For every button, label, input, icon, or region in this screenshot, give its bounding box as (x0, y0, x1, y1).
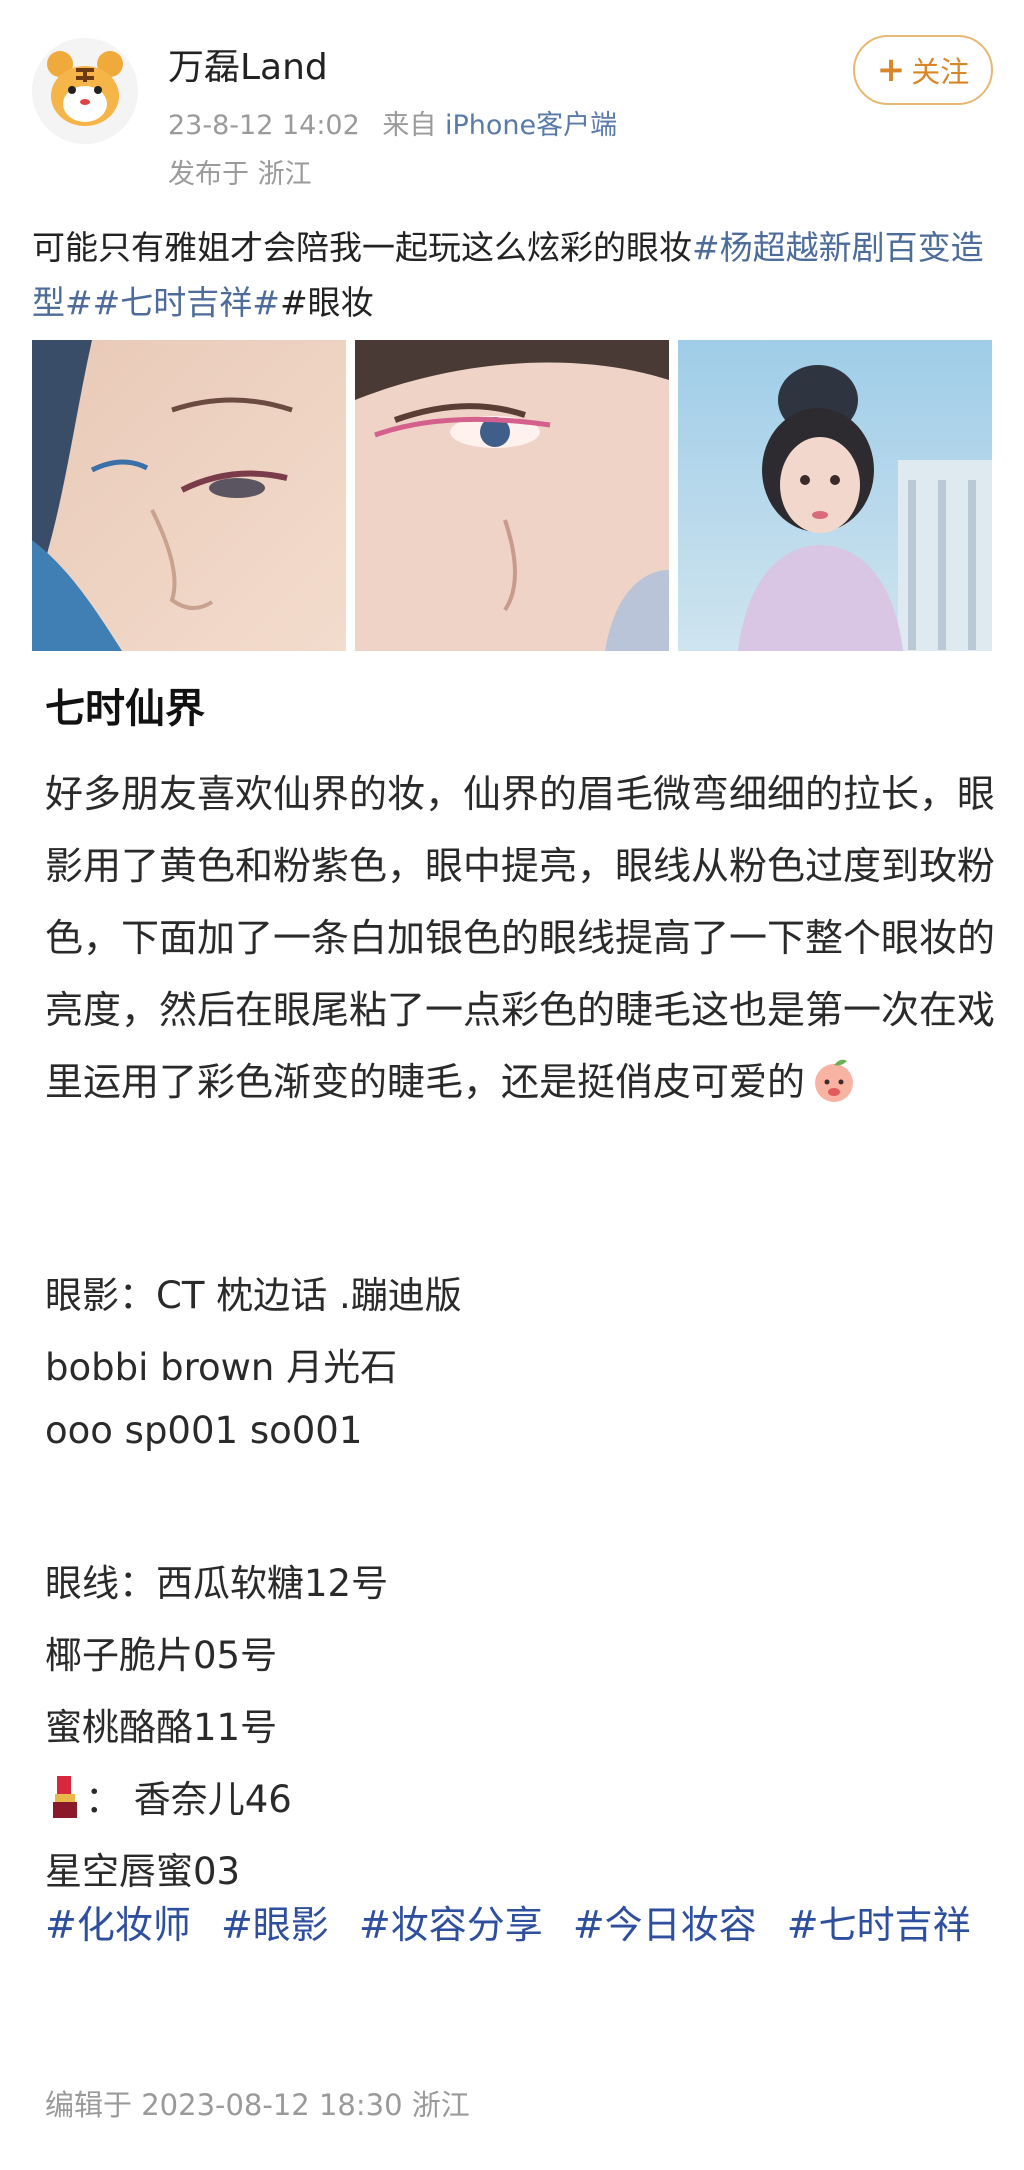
section-title: 七时仙界 (45, 686, 205, 732)
topic-link[interactable]: #七时吉祥# (93, 283, 280, 322)
hashtag-link[interactable]: #七时吉祥 (787, 1903, 971, 1947)
post-intro: 可能只有雅姐才会陪我一起玩这么炫彩的眼妆 (32, 228, 692, 267)
avatar[interactable] (32, 38, 138, 144)
username[interactable]: 万磊Land (168, 38, 328, 90)
section-paragraph: 好多朋友喜欢仙界的妆，仙界的眉毛微弯细细的拉长，眼影用了黄色和粉紫色，眼中提亮，… (45, 758, 995, 1118)
hashtag-list: #化妆师 #眼影 #妆容分享 #今日妆容 #七时吉祥 (45, 1889, 995, 1961)
via-prefix: 来自 (382, 110, 437, 141)
lip-gloss-line: 星空唇蜜03 (45, 1850, 241, 1893)
post-image-2[interactable] (355, 340, 669, 651)
eyeshadow-line: 眼影：CT 枕边话 .蹦迪版 (45, 1265, 462, 1319)
photo-costume-portrait (678, 340, 992, 651)
tiger-avatar-icon (32, 38, 138, 144)
post-text: 可能只有雅姐才会陪我一起玩这么炫彩的眼妆#杨超越新剧百变造型##七时吉祥##眼妆 (32, 220, 992, 330)
eyeshadow-item: ooo sp001 so001 (45, 1409, 363, 1452)
edited-timestamp: 编辑于 2023-08-12 18:30 浙江 (45, 2088, 470, 2122)
eyeshadow-item: CT 枕边话 .蹦迪版 (156, 1274, 462, 1317)
peach-face-icon (815, 1059, 854, 1102)
post-image-1[interactable] (32, 340, 346, 651)
timestamp: 23-8-12 14:02 (168, 110, 360, 141)
eyeliner-item: 蜜桃酪酪11号 (45, 1706, 278, 1749)
post-image-3[interactable] (678, 340, 992, 651)
post-meta: 23-8-12 14:02 来自 iPhone客户端 (168, 103, 617, 142)
topic-text: #眼妆 (279, 283, 374, 322)
eyeshadow-item: bobbi brown 月光石 (45, 1346, 398, 1389)
eyeliner-label: 眼线： (45, 1562, 156, 1605)
follow-label: 关注 (911, 55, 970, 89)
hashtag-link[interactable]: #妆容分享 (359, 1903, 543, 1947)
plus-icon: + (876, 50, 906, 90)
photo-eye-closeup (32, 340, 346, 651)
lipstick-text: ： 香奈儿46 (85, 1778, 292, 1821)
hashtag-link[interactable]: #今日妆容 (573, 1903, 757, 1947)
eyeshadow-label: 眼影： (45, 1274, 156, 1317)
eyeliner-item: 椰子脆片05号 (45, 1634, 278, 1677)
hashtag-link[interactable]: #化妆师 (45, 1903, 191, 1947)
photo-eye-closeup (355, 340, 669, 651)
eyeliner-item: 西瓜软糖12号 (156, 1562, 389, 1605)
eyeliner-line: 眼线：西瓜软糖12号 (45, 1553, 388, 1607)
via-source[interactable]: iPhone客户端 (445, 110, 617, 141)
lipstick-line: ： 香奈儿46 (45, 1769, 292, 1823)
follow-button[interactable]: + 关注 (853, 35, 993, 105)
hashtag-link[interactable]: #眼影 (221, 1903, 329, 1947)
post-location: 发布于 浙江 (168, 159, 312, 190)
lipstick-icon (53, 1776, 77, 1818)
